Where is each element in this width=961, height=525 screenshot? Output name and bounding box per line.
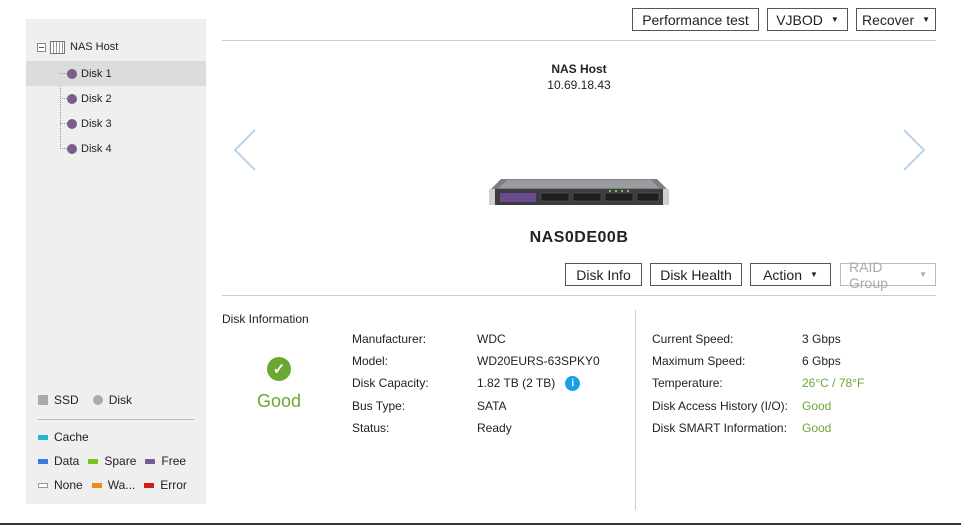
previous-arrow-icon[interactable] — [230, 128, 260, 172]
caret-down-icon: ▼ — [922, 15, 931, 24]
disk-icon — [67, 143, 77, 154]
next-arrow-icon[interactable] — [899, 128, 929, 172]
access-history-value[interactable]: Good — [802, 398, 831, 414]
max-speed-value: 6 Gbps — [802, 354, 841, 368]
status-text: Good — [256, 391, 302, 411]
sidebar-item-disk-2[interactable]: Disk 2 — [26, 86, 206, 111]
toolbar-divider — [222, 40, 936, 41]
legend-ssd: SSD — [38, 393, 79, 407]
section-title: Disk Information — [222, 312, 309, 326]
vjbod-dropdown[interactable]: VJBOD ▼ — [767, 8, 848, 31]
storage-manager-page: NAS Host Disk 1 Disk 2 Disk 3 Disk 4 SSD… — [0, 0, 961, 525]
device-name: NAS0DE00B — [529, 229, 629, 246]
smart-info-label: Disk SMART Information: — [652, 421, 787, 435]
legend-none: None — [38, 478, 83, 492]
disk-icon — [67, 68, 77, 79]
action-dropdown[interactable]: Action ▼ — [750, 263, 831, 286]
none-swatch-icon — [38, 482, 48, 488]
manufacturer-label: Manufacturer: — [352, 332, 427, 346]
performance-test-button[interactable]: Performance test — [632, 8, 759, 31]
model-value: WD20EURS-63SPKY0 — [477, 354, 600, 368]
max-speed-label: Maximum Speed: — [652, 354, 746, 368]
nas-enclosure-icon — [50, 40, 65, 54]
disk-icon — [67, 93, 77, 104]
ssd-icon — [38, 395, 48, 405]
cache-swatch-icon — [38, 434, 48, 440]
disk-type-icon — [92, 395, 103, 405]
error-swatch-icon — [144, 482, 155, 488]
caret-down-icon: ▼ — [830, 15, 839, 24]
caret-down-icon: ▼ — [810, 270, 818, 279]
tree-root-nas-host[interactable]: NAS Host — [37, 38, 118, 56]
legend-status: Cache Data Spare Free None Wa... Error — [38, 429, 196, 493]
legend-data: Data — [38, 454, 79, 468]
collapse-icon[interactable] — [37, 42, 46, 52]
bus-type-value: SATA — [477, 399, 507, 413]
raid-group-dropdown[interactable]: RAID Group ▼ — [840, 259, 936, 291]
status-value: Ready — [477, 421, 512, 435]
sidebar-item-disk-1[interactable]: Disk 1 — [26, 61, 206, 86]
host-name: NAS Host — [551, 62, 607, 76]
sidebar-item-disk-3[interactable]: Disk 3 — [26, 111, 206, 136]
host-ip: 10.69.18.43 — [547, 78, 611, 92]
temperature-value: 26°C / 78°F — [802, 376, 865, 390]
sidebar-item-label: Disk 1 — [81, 67, 112, 80]
current-speed-value: 3 Gbps — [802, 332, 841, 346]
disk-icon — [67, 118, 77, 129]
legend-type: SSD Disk — [38, 392, 196, 408]
model-label: Model: — [352, 354, 389, 368]
caret-down-icon: ▼ — [919, 270, 927, 279]
check-circle-icon: ✓ — [267, 357, 291, 381]
legend-free: Free — [145, 454, 186, 468]
sidebar-item-disk-4[interactable]: Disk 4 — [26, 136, 206, 161]
sidebar-item-label: Disk 3 — [81, 117, 112, 130]
sidebar-item-label: Disk 4 — [81, 142, 112, 155]
recover-dropdown[interactable]: Recover ▼ — [856, 8, 936, 31]
actions-divider — [222, 295, 936, 296]
manufacturer-value: WDC — [477, 332, 506, 346]
disk-status-summary: ✓ Good — [240, 357, 318, 412]
data-swatch-icon — [38, 458, 48, 464]
capacity-value: 1.82 TB (2 TB) — [477, 376, 556, 390]
legend-disk: Disk — [92, 393, 132, 407]
current-speed-label: Current Speed: — [652, 332, 734, 346]
info-icon[interactable]: i — [565, 376, 581, 392]
temperature-label: Temperature: — [652, 376, 723, 390]
disk-info-button[interactable]: Disk Info — [565, 263, 642, 286]
nas-device-image — [489, 179, 669, 205]
disk-health-button[interactable]: Disk Health — [650, 263, 742, 286]
legend-warning: Wa... — [91, 478, 135, 492]
column-divider — [635, 310, 636, 510]
sidebar-item-label: Disk 2 — [81, 92, 112, 105]
free-swatch-icon — [145, 458, 156, 464]
legend-cache: Cache — [38, 430, 89, 444]
warning-swatch-icon — [91, 482, 102, 488]
sidebar: NAS Host Disk 1 Disk 2 Disk 3 Disk 4 SSD… — [26, 19, 206, 504]
status-label: Status: — [352, 421, 390, 435]
legend-error: Error — [144, 478, 187, 492]
tree-root-label: NAS Host — [70, 41, 119, 53]
spare-swatch-icon — [88, 458, 99, 464]
capacity-value-row: 1.82 TB (2 TB) i — [477, 375, 581, 392]
legend-divider — [38, 419, 194, 420]
smart-info-value[interactable]: Good — [802, 420, 831, 436]
bus-type-label: Bus Type: — [352, 399, 406, 413]
legend-spare: Spare — [88, 454, 136, 468]
access-history-label: Disk Access History (I/O): — [652, 399, 789, 413]
capacity-label: Disk Capacity: — [352, 376, 429, 390]
